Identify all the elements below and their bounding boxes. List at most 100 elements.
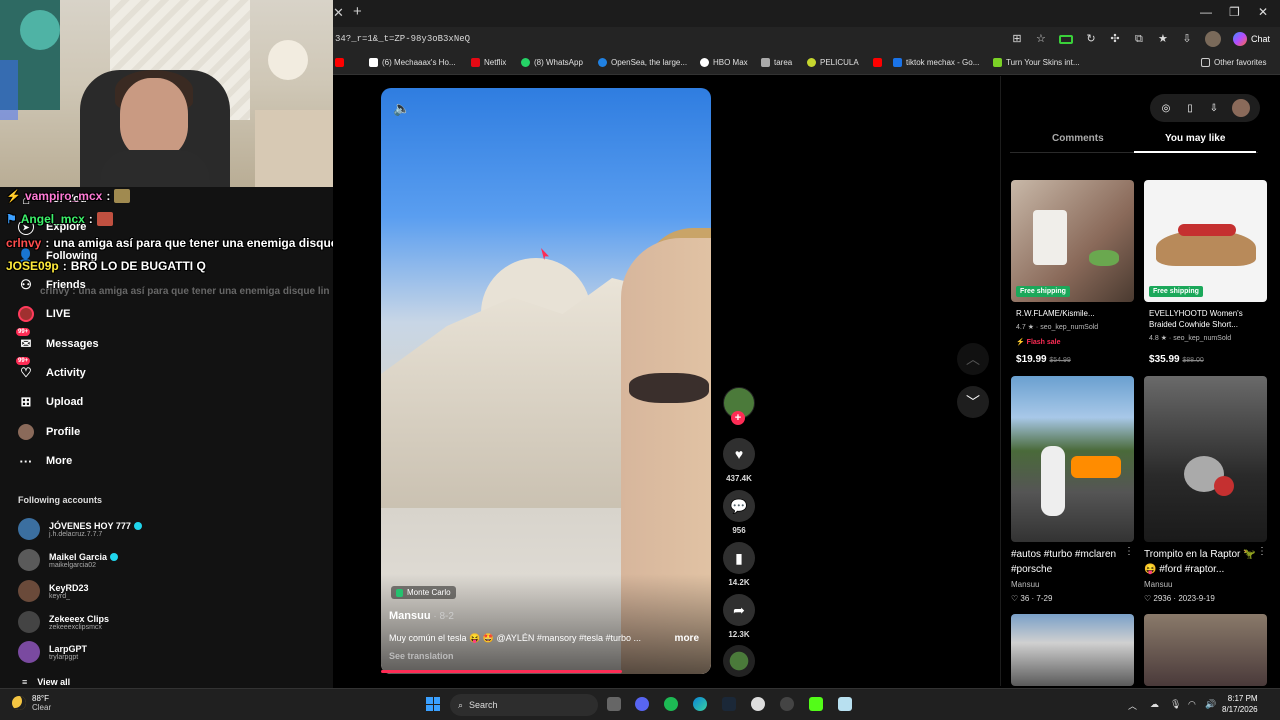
compass-icon[interactable]: ◎ <box>1160 103 1172 114</box>
bookmark-6[interactable]: PELICULA <box>807 58 859 67</box>
avatar[interactable] <box>1232 99 1250 117</box>
apps-icon[interactable]: ⊞ <box>1011 33 1023 45</box>
comment-button[interactable]: 💬 <box>723 490 755 522</box>
close-tab-icon[interactable]: ✕ <box>333 5 344 21</box>
sidebar-item-upload[interactable]: ⊞ Upload <box>18 394 84 410</box>
wifi-icon[interactable]: ◠ <box>1188 699 1196 710</box>
bookmark-youtube[interactable] <box>335 58 344 67</box>
product-title[interactable]: R.W.FLAME/Kismile... <box>1016 308 1131 319</box>
bookmark-5[interactable]: tarea <box>761 58 792 67</box>
sidebar-item-more[interactable]: ··· More <box>18 453 73 469</box>
sidebar-item-activity[interactable]: ♡ 99+ Activity <box>16 357 86 381</box>
bookmark-youtube-2[interactable] <box>873 58 882 67</box>
microphone-icon[interactable]: 🎙 <box>1170 699 1181 710</box>
downloads-icon[interactable]: ⇩ <box>1181 33 1193 45</box>
new-tab-button[interactable]: + <box>353 3 362 20</box>
discord-icon[interactable] <box>635 697 649 711</box>
close-window-button[interactable]: ✕ <box>1258 5 1268 19</box>
sidebar-item-live[interactable]: LIVE <box>18 306 70 322</box>
video-title[interactable]: #autos #turbo #mclaren #porsche <box>1011 547 1129 577</box>
bookmarks-bar: (6) Mechaaax's Ho... Netflix (8) WhatsAp… <box>333 52 1280 75</box>
upload-icon: ⊞ <box>20 394 32 409</box>
taskbar-search[interactable]: ⌕ Search <box>450 694 598 716</box>
video-title[interactable]: Trompito en la Raptor 🦖😝 #ford #raptor..… <box>1144 547 1262 577</box>
video-author[interactable]: Mansuu <box>1011 580 1039 589</box>
refresh-icon[interactable]: ↻ <box>1085 33 1097 45</box>
music-disc-icon[interactable] <box>723 645 755 677</box>
sidebar-item-messages[interactable]: ✉ 99+ Messages <box>16 328 99 352</box>
save-button[interactable]: ▮ <box>723 542 755 574</box>
chevron-up-icon[interactable]: ︿ <box>1128 699 1137 712</box>
next-video-button[interactable]: ﹀ <box>957 386 989 418</box>
see-translation-link[interactable]: See translation <box>389 651 454 661</box>
product-image[interactable]: Free shipping <box>1011 180 1134 302</box>
video-progress-bar[interactable] <box>381 670 622 673</box>
product-rating: 4.7 ★ · seo_kep_numSold <box>1016 324 1099 331</box>
like-button[interactable]: ♥ <box>723 438 755 470</box>
volume-icon[interactable]: 🔈 <box>393 100 410 117</box>
view-all-link[interactable]: ≡ View all <box>22 677 70 687</box>
copilot-icon <box>1232 32 1247 46</box>
weather-widget[interactable]: 88°F Clear <box>12 694 51 712</box>
volume-icon[interactable]: 🔊 <box>1205 699 1216 710</box>
collections-icon[interactable]: ⧉ <box>1133 33 1145 45</box>
video-player[interactable]: 🔈 Monte Carlo Mansuu · 8-2 Muy común el … <box>381 88 711 674</box>
account-0[interactable]: JÓVENES HOY 777 j.h.delacruz.7.7.7 <box>18 518 142 540</box>
bookmark-8[interactable]: Turn Your Skins int... <box>993 58 1080 67</box>
product-title[interactable]: EVELLYHOOTD Women's Braided Cowhide Shor… <box>1149 308 1264 330</box>
bookmark-7[interactable]: tiktok mechax - Go... <box>893 58 979 67</box>
video-stats: ♡ 2936 · 2023-9-19 <box>1144 594 1215 603</box>
bookmark-2[interactable]: (8) WhatsApp <box>521 58 583 67</box>
app-icon[interactable] <box>780 697 794 711</box>
url-text[interactable]: 34?_r=1&_t=ZP-98y3oB3xNeQ <box>335 34 470 44</box>
video-author[interactable]: Mansuu · 8-2 <box>389 610 454 622</box>
bookmark-3[interactable]: OpenSea, the large... <box>598 58 687 67</box>
video-author[interactable]: Mansuu <box>1144 580 1172 589</box>
location-tag[interactable]: Monte Carlo <box>391 586 456 599</box>
steam-icon[interactable] <box>722 697 736 711</box>
bookmark-0[interactable]: (6) Mechaaax's Ho... <box>369 58 456 67</box>
onedrive-icon[interactable]: ☁ <box>1150 699 1159 710</box>
account-4[interactable]: LarpGPT trylarpgpt <box>18 641 87 663</box>
extension-icon[interactable] <box>1058 34 1073 44</box>
kick-icon[interactable] <box>809 697 823 711</box>
video-thumbnail[interactable] <box>1011 376 1134 542</box>
verified-icon <box>133 521 142 530</box>
video-thumbnail[interactable] <box>1144 376 1267 542</box>
favorite-star-icon[interactable]: ☆ <box>1035 33 1047 45</box>
address-bar[interactable]: 34?_r=1&_t=ZP-98y3oB3xNeQ ⊞ ☆ ↻ ✣ ⧉ ★ ⇩ … <box>333 27 1280 52</box>
edge-icon[interactable] <box>693 697 707 711</box>
account-1[interactable]: Maikel Garcia maikelgarcia02 <box>18 549 119 571</box>
sidebar-item-profile[interactable]: Profile <box>18 424 80 440</box>
profile-icon <box>18 424 34 440</box>
favorites-icon[interactable]: ★ <box>1157 33 1169 45</box>
video-thumbnail[interactable] <box>1011 614 1134 686</box>
tab-comments[interactable]: Comments <box>1052 133 1104 144</box>
other-favorites[interactable]: Other favorites <box>1201 58 1266 67</box>
more-button[interactable]: more <box>675 633 699 644</box>
extensions-puzzle-icon[interactable]: ✣ <box>1109 33 1121 45</box>
start-button[interactable] <box>426 697 440 711</box>
obs-icon[interactable] <box>751 697 765 711</box>
copilot-chat-button[interactable]: Chat <box>1232 32 1270 46</box>
profile-avatar[interactable] <box>1204 31 1221 47</box>
notepad-icon[interactable] <box>838 697 852 711</box>
account-2[interactable]: KeyRD23 keyrd_ <box>18 580 89 602</box>
bookmark-4[interactable]: HBO Max <box>700 58 748 67</box>
task-view-icon[interactable] <box>607 697 621 711</box>
previous-video-button[interactable]: ︿ <box>957 343 989 375</box>
pelicula-icon <box>807 58 816 67</box>
phone-icon[interactable]: ▯ <box>1184 103 1196 114</box>
maximize-button[interactable]: ❐ <box>1229 5 1240 19</box>
share-button[interactable]: ➦ <box>723 594 755 626</box>
tab-you-may-like[interactable]: You may like <box>1165 133 1225 144</box>
bookmark-1[interactable]: Netflix <box>471 58 506 67</box>
download-icon[interactable]: ⇩ <box>1208 103 1220 114</box>
follow-plus-button[interactable]: + <box>731 411 745 425</box>
minimize-button[interactable]: — <box>1200 5 1212 19</box>
video-thumbnail[interactable] <box>1144 614 1267 686</box>
product-image[interactable]: Free shipping <box>1144 180 1267 302</box>
system-clock[interactable]: 8:17 PM 8/17/2026 <box>1222 693 1258 715</box>
account-3[interactable]: Zekeeex Clips zekeeexclipsmcx <box>18 611 109 633</box>
spotify-icon[interactable] <box>664 697 678 711</box>
